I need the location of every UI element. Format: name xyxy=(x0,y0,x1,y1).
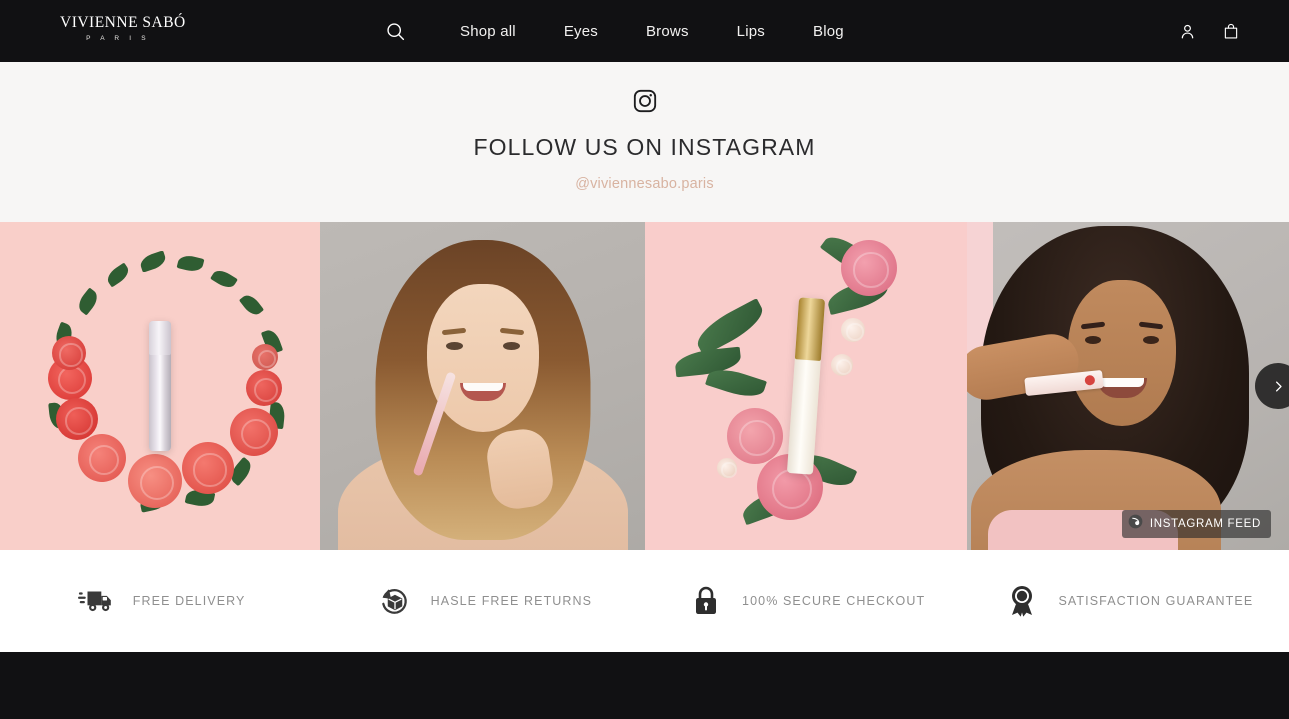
return-box-icon xyxy=(375,581,415,621)
trust-item-secure-checkout: 100% SECURE CHECKOUT xyxy=(645,581,967,621)
tile-image-gold-mascara-roses xyxy=(645,222,967,550)
site-header: VIVIENNE SABÓ P A R I S Shop all Eyes Br… xyxy=(0,0,1289,62)
tile-image-woman-with-lip-pencil xyxy=(320,222,645,550)
lock-icon xyxy=(686,581,726,621)
trust-badges-bar: FREE DELIVERY HASLE FREE RETURNS 100% SE… xyxy=(0,550,1289,652)
instagram-feed-badge-label: INSTAGRAM FEED xyxy=(1149,518,1261,530)
header-actions xyxy=(1175,0,1243,62)
product-mascara-silver xyxy=(149,321,171,451)
instagram-feed-carousel: INSTAGRAM FEED xyxy=(0,222,1289,550)
trust-item-free-delivery: FREE DELIVERY xyxy=(0,581,322,621)
instagram-tile[interactable] xyxy=(320,222,645,550)
nav-item-brows[interactable]: Brows xyxy=(646,16,689,47)
nav-item-lips[interactable]: Lips xyxy=(737,16,765,47)
instagram-feed-badge: INSTAGRAM FEED xyxy=(1121,510,1271,538)
user-icon[interactable] xyxy=(1175,19,1199,43)
instagram-tile[interactable] xyxy=(0,222,320,550)
site-logo[interactable]: VIVIENNE SABÓ P A R I S xyxy=(60,14,186,45)
trust-label: SATISFACTION GUARANTEE xyxy=(1058,594,1254,608)
shopping-bag-icon[interactable] xyxy=(1219,19,1243,43)
award-ribbon-icon xyxy=(1002,581,1042,621)
logo-tagline: P A R I S xyxy=(86,35,150,42)
instagram-icon xyxy=(632,88,658,119)
trust-label: FREE DELIVERY xyxy=(132,594,246,608)
delivery-truck-icon xyxy=(77,581,117,621)
trust-label: 100% SECURE CHECKOUT xyxy=(742,594,926,608)
instagram-handle-link[interactable]: @viviennesabo.paris xyxy=(575,176,714,192)
trust-label: HASLE FREE RETURNS xyxy=(430,594,593,608)
instagram-tile[interactable] xyxy=(645,222,967,550)
instagram-tile[interactable]: INSTAGRAM FEED xyxy=(967,222,1289,550)
nav-item-eyes[interactable]: Eyes xyxy=(564,16,598,47)
trust-item-satisfaction: SATISFACTION GUARANTEE xyxy=(967,581,1289,621)
instagram-section-header: FOLLOW US ON INSTAGRAM @viviennesabo.par… xyxy=(0,62,1289,222)
page-title: FOLLOW US ON INSTAGRAM xyxy=(473,134,816,160)
main-navigation: Shop all Eyes Brows Lips Blog xyxy=(378,0,844,62)
logo-brand-name: VIVIENNE SABÓ xyxy=(60,14,186,31)
tile-image-woman-with-lip-product xyxy=(967,222,1289,550)
product-mascara-gold xyxy=(786,297,826,475)
tile-image-roses-wreath xyxy=(0,222,320,550)
instagram-feed-icon xyxy=(1128,514,1143,534)
trust-item-returns: HASLE FREE RETURNS xyxy=(322,581,644,621)
site-footer xyxy=(0,652,1289,719)
nav-item-shop-all[interactable]: Shop all xyxy=(460,16,516,47)
search-icon[interactable] xyxy=(378,14,412,48)
nav-item-blog[interactable]: Blog xyxy=(813,16,844,47)
